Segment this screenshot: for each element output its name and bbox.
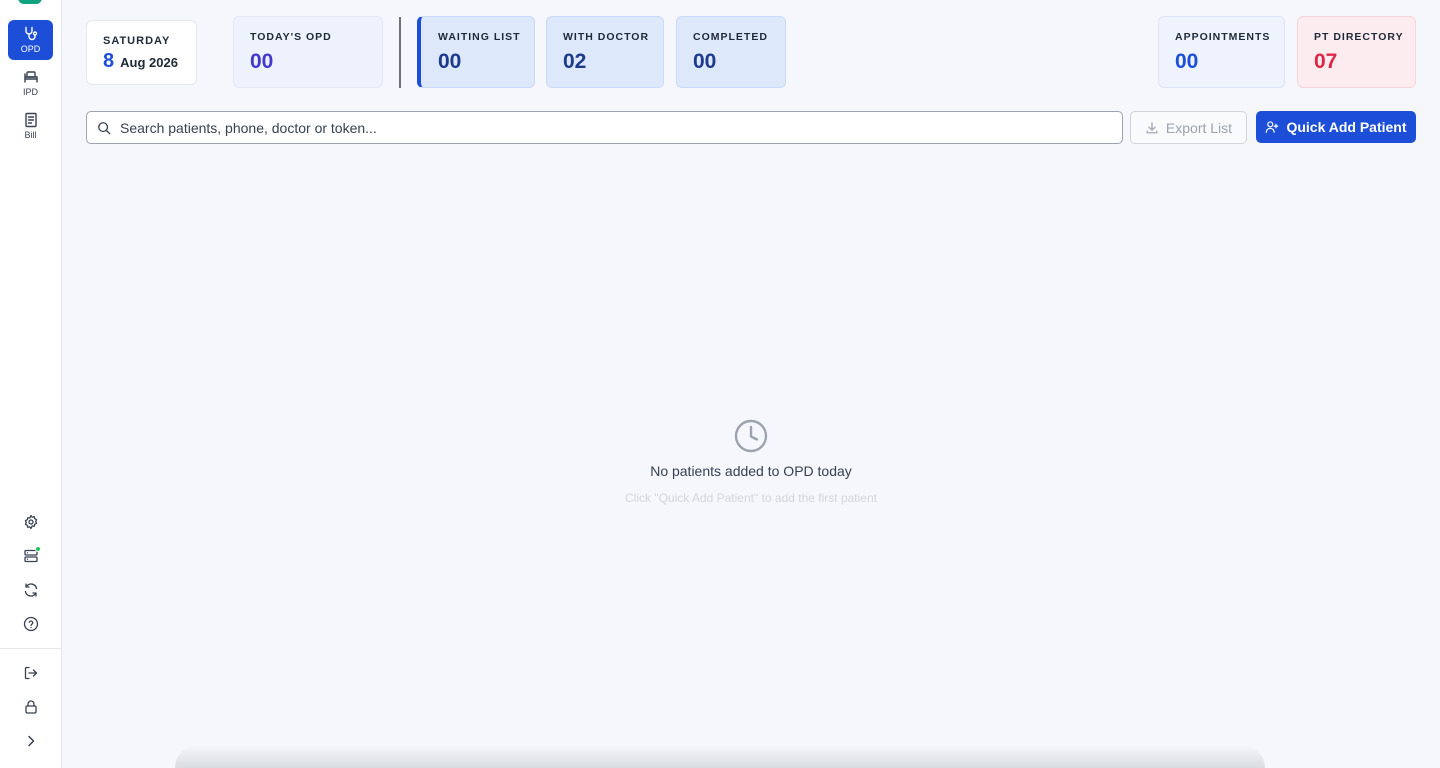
stat-value: 00 xyxy=(438,50,462,73)
stat-card-waiting-list[interactable]: WAITING LIST 00 xyxy=(417,16,535,88)
search-input[interactable] xyxy=(120,119,1100,136)
stat-value: 00 xyxy=(693,50,717,73)
sidebar: OPD IPD Bill xyxy=(0,0,62,768)
help-icon xyxy=(23,616,39,632)
stat-label: COMPLETED xyxy=(693,31,768,43)
sidebar-item-opd[interactable]: OPD xyxy=(8,20,53,60)
quick-add-patient-label: Quick Add Patient xyxy=(1286,119,1407,135)
stat-card-completed[interactable]: COMPLETED 00 xyxy=(676,16,786,88)
server-status-button[interactable] xyxy=(19,544,43,568)
logout-icon xyxy=(24,666,38,680)
refresh-icon xyxy=(24,583,38,597)
stat-label: APPOINTMENTS xyxy=(1175,31,1271,43)
date-month-year: Aug 2026 xyxy=(120,55,178,70)
stat-value: 02 xyxy=(563,50,587,73)
date-line: 8 Aug 2026 xyxy=(103,50,196,73)
sidebar-item-ipd[interactable]: IPD xyxy=(8,63,53,103)
stat-value: 00 xyxy=(250,50,274,73)
settings-button[interactable] xyxy=(19,510,43,534)
add-user-icon xyxy=(1266,121,1279,133)
date-number: 8 xyxy=(103,50,115,72)
stat-label: PT DIRECTORY xyxy=(1314,31,1404,43)
export-list-label: Export List xyxy=(1165,119,1233,136)
stat-value: 00 xyxy=(1175,50,1199,73)
sidebar-item-label: OPD xyxy=(20,44,41,54)
stat-card-with-doctor[interactable]: WITH DOCTOR 02 xyxy=(546,16,664,88)
chevron-right-icon xyxy=(28,735,35,747)
stethoscope-icon xyxy=(24,26,37,41)
logout-button[interactable] xyxy=(19,661,43,685)
empty-state-subtitle: Click "Quick Add Patient" to add the fir… xyxy=(625,491,877,505)
search-icon xyxy=(98,121,111,134)
stats-divider xyxy=(399,17,401,88)
lock-icon xyxy=(25,700,37,714)
stat-value: 07 xyxy=(1314,50,1338,73)
sidebar-item-label: IPD xyxy=(22,87,38,97)
sidebar-item-label: Bill xyxy=(24,130,37,140)
bed-icon xyxy=(23,71,38,83)
bottom-panel-shadow xyxy=(175,745,1265,768)
gear-icon xyxy=(24,514,38,530)
download-icon xyxy=(1146,121,1158,133)
stat-label: WITH DOCTOR xyxy=(563,31,650,43)
stat-label: TODAY'S OPD xyxy=(250,31,332,43)
sidebar-item-bill[interactable]: Bill xyxy=(8,106,53,146)
search-bar xyxy=(86,111,1123,144)
brand-logo[interactable] xyxy=(18,0,42,4)
stat-card-todays-opd[interactable]: TODAY'S OPD 00 xyxy=(233,16,383,88)
empty-state-title: No patients added to OPD today xyxy=(650,463,852,479)
stat-card-pt-directory[interactable]: PT DIRECTORY 07 xyxy=(1297,16,1416,88)
sidebar-divider xyxy=(0,648,61,649)
refresh-button[interactable] xyxy=(19,578,43,602)
stat-card-appointments[interactable]: APPOINTMENTS 00 xyxy=(1158,16,1285,88)
help-button[interactable] xyxy=(19,612,43,636)
bill-icon xyxy=(24,112,37,128)
date-weekday: SATURDAY xyxy=(103,35,171,47)
date-card: SATURDAY 8 Aug 2026 xyxy=(86,20,197,85)
export-list-button[interactable]: Export List xyxy=(1130,111,1247,144)
expand-sidebar-button[interactable] xyxy=(19,729,43,753)
online-status-dot xyxy=(35,546,41,552)
clock-icon xyxy=(734,419,768,453)
lock-button[interactable] xyxy=(19,695,43,719)
quick-add-patient-button[interactable]: Quick Add Patient xyxy=(1256,111,1416,143)
stat-label: WAITING LIST xyxy=(438,31,521,43)
